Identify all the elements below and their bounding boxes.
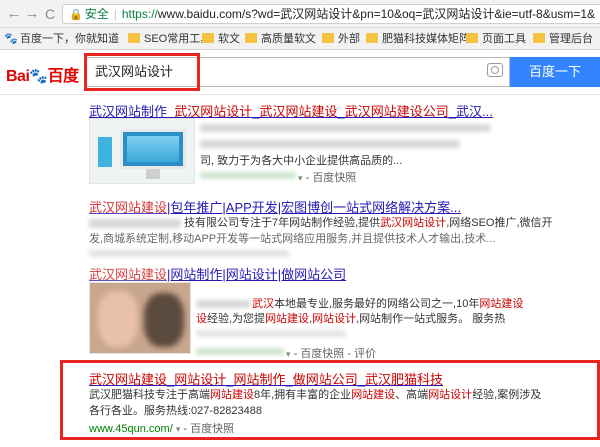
search-button[interactable]: 百度一下 <box>510 57 600 87</box>
snapshot-label: 百度快照 <box>312 172 357 184</box>
monitor-illustration <box>120 129 186 169</box>
bookmark-label: 高质量软文 <box>261 33 316 45</box>
review-label: - 评价 <box>347 348 377 360</box>
logo-text-cn: 百度 <box>47 68 80 85</box>
blurred-text <box>200 124 490 132</box>
baidu-paw-icon: 🐾 <box>4 33 18 45</box>
bookmark-hq-ruanwen[interactable]: 高质量软文 <box>245 31 316 47</box>
url-text: www.baidu.com/s?wd=武汉网站设计&pn=10&oq=武汉网站设… <box>157 7 596 21</box>
result-3-title[interactable]: 武汉网站建设|网站制作|网站设计|做网站公司 <box>89 264 346 283</box>
blurred-photo <box>98 291 138 347</box>
bookmark-seo-tools[interactable]: SEO常用工具 <box>128 31 211 47</box>
bookmark-label: 管理后台 <box>549 33 593 45</box>
folder-icon <box>533 33 545 43</box>
folder-icon <box>466 33 478 43</box>
annotation-box-result <box>60 360 600 440</box>
url-separator: | <box>113 7 117 21</box>
bookmark-media-matrix[interactable]: 肥猫科技媒体矩阵 <box>366 31 470 47</box>
folder-icon <box>128 33 140 43</box>
blurred-url <box>200 172 296 179</box>
baidu-logo[interactable]: Bai🐾百度 <box>6 62 79 86</box>
annotation-box-search <box>84 53 200 91</box>
monitor-screen <box>127 136 179 162</box>
title-text: _ <box>337 104 345 119</box>
bookmark-ruanwen[interactable]: 软文 <box>202 31 240 47</box>
title-text: 武汉网站制作_ <box>89 104 175 119</box>
bookmark-admin[interactable]: 管理后台 <box>533 31 593 47</box>
logo-text: Bai <box>6 68 30 85</box>
bookmark-label: 页面工具 <box>482 33 526 45</box>
camera-icon[interactable] <box>487 63 503 77</box>
result-1-snapshot[interactable]: ▾ - 百度快照 <box>298 169 356 185</box>
result-1-snippet: 司, 致力于为各大中小企业提供高品质的... <box>200 155 403 167</box>
secure-label: 安全 <box>84 7 109 21</box>
blurred-photo <box>144 293 184 347</box>
snapshot-label: 百度快照 <box>300 348 345 360</box>
result-3-snippet-1: 武汉本地最专业,服务最好的网络公司之一,10年网站建设 <box>252 298 524 310</box>
result-2-snippet-1: 技有限公司专注于7年网站制作经验,提供武汉网站设计,网络SEO推广,微信开 <box>184 217 553 229</box>
folder-icon <box>322 33 334 43</box>
title-em: 武汉网站建设 <box>89 267 168 282</box>
phone-illustration <box>96 135 114 169</box>
blurred-text <box>89 219 181 228</box>
folder-icon <box>245 33 257 43</box>
bookmark-baidu[interactable]: 🐾 百度一下，你就知道 <box>4 31 119 47</box>
folder-icon <box>366 33 378 43</box>
header-divider <box>0 94 600 95</box>
result-2-snippet-2: 发,商城系统定制,移动APP开发等一站式网络应用服务,并且提供技术人才输出,技术… <box>89 233 496 245</box>
bookmark-label: 外部 <box>338 33 360 45</box>
monitor-stand <box>146 169 160 179</box>
title-em: 武汉网站建设 <box>89 200 168 215</box>
forward-arrow-icon[interactable]: → <box>22 4 42 24</box>
bookmark-label: 软文 <box>218 33 240 45</box>
result-3-snapshot[interactable]: ▾ - 百度快照 - 评价 <box>286 345 376 361</box>
back-arrow-icon[interactable]: ← <box>4 4 24 24</box>
url-protocol: https:// <box>121 7 158 21</box>
blurred-text <box>89 250 289 257</box>
bookmark-label: 百度一下，你就知道 <box>20 33 119 45</box>
bookmark-external[interactable]: 外部 <box>322 31 360 47</box>
title-em: 武汉网站设计 <box>174 104 253 119</box>
title-text: _武汉... <box>448 104 493 119</box>
url-field[interactable]: 🔒 安全 | https://www.baidu.com/s?wd=武汉网站设计&pn… <box>62 4 600 24</box>
blurred-text <box>196 330 346 337</box>
result-3-thumbnail[interactable] <box>89 282 191 354</box>
title-em: 武汉网站建设 <box>259 104 338 119</box>
reload-icon[interactable]: C <box>40 4 60 24</box>
lock-icon: 🔒 <box>69 9 83 21</box>
title-text: |包年推广|APP开发|宏图博创一站式网络解决方案... <box>167 200 461 215</box>
bookmarks-bar: 🐾 百度一下，你就知道 SEO常用工具 软文 高质量软文 外部 肥猫科技媒体矩阵 … <box>0 28 600 50</box>
blurred-text <box>200 140 460 148</box>
folder-icon <box>202 33 214 43</box>
baidu-paw-icon: 🐾 <box>29 68 48 85</box>
blurred-text <box>196 300 250 308</box>
bookmark-page-tools[interactable]: 页面工具 <box>466 31 526 47</box>
title-em: 武汉网站建设公司 <box>344 104 449 119</box>
blurred-url <box>196 348 284 355</box>
result-3-snippet-2: 设经验,为您提网站建设,网站设计,网站制作一站式服务。 服务热 <box>196 313 506 325</box>
title-text: |网站制作|网站设计|做网站公司 <box>167 267 347 282</box>
result-1-thumbnail[interactable] <box>89 118 195 184</box>
bookmark-label: 肥猫科技媒体矩阵 <box>382 33 470 45</box>
address-bar-row: ← → C 🔒 安全 | https://www.baidu.com/s?wd=武汉网… <box>0 0 600 28</box>
result-2-title[interactable]: 武汉网站建设|包年推广|APP开发|宏图博创一站式网络解决方案... <box>89 197 461 216</box>
